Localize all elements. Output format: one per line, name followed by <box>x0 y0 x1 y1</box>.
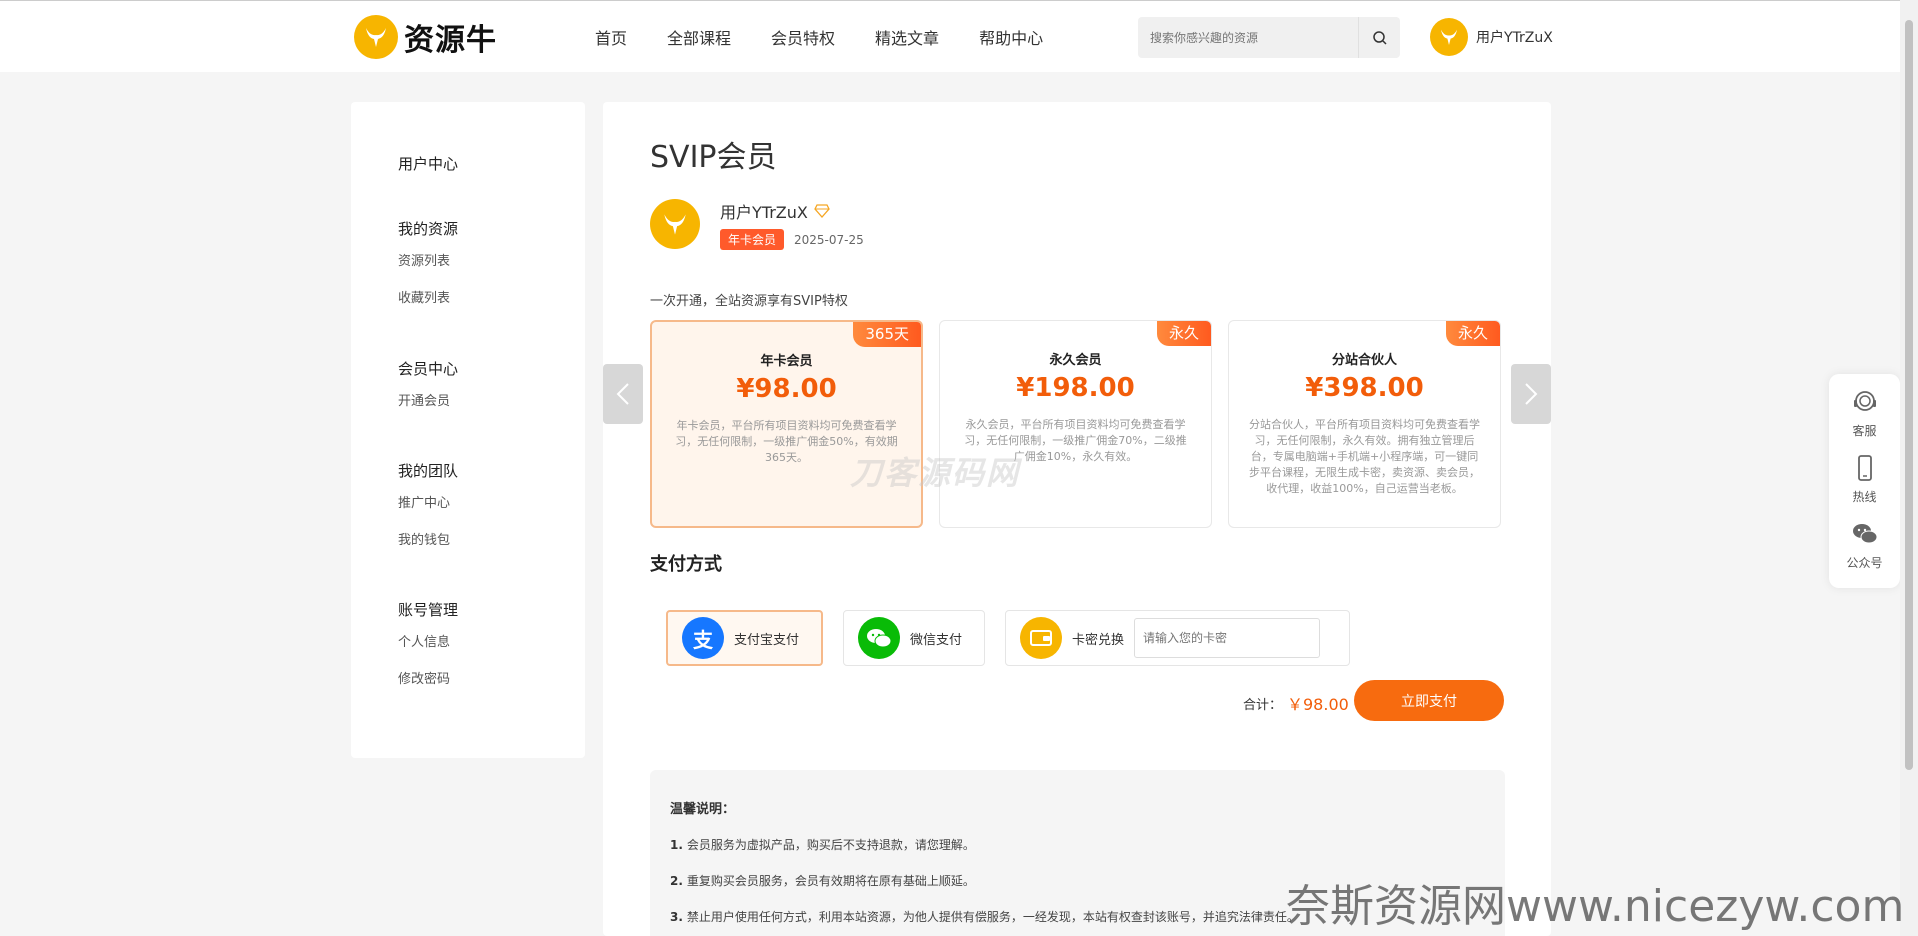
card-redeem-option[interactable]: 卡密兑换 <box>1005 610 1350 666</box>
notice-num: 2. <box>670 874 683 888</box>
alipay-option[interactable]: 支 支付宝支付 <box>666 610 823 666</box>
bull-logo-icon <box>354 15 398 59</box>
avatar <box>1430 18 1468 56</box>
watermark-text: 刀客源码网 <box>850 454 1021 492</box>
profile-username: 用户YTrZuX <box>720 203 808 222</box>
float-label: 客服 <box>1852 424 1877 438</box>
plan-price: ¥98.00 <box>736 374 837 404</box>
notice-text: 禁止用户使用任何方式，利用本站资源，为他人提供有偿服务，一经发现，本站有权查封该… <box>686 910 1299 924</box>
notice-text: 会员服务为虚拟产品，购买后不支持退款，请您理解。 <box>686 838 975 852</box>
sidebar-item-profile[interactable]: 个人信息 <box>398 631 450 650</box>
avatar <box>650 199 700 249</box>
alipay-icon: 支 <box>682 617 724 659</box>
hotline-button[interactable]: 热线 <box>1829 454 1900 505</box>
user-profile: 用户YTrZuX 年卡会员 2025-07-25 <box>650 199 864 250</box>
notice-item: 3. 禁止用户使用任何方式，利用本站资源，为他人提供有偿服务，一经发现，本站有权查… <box>670 908 1299 925</box>
user-sidebar: 用户中心 我的资源 资源列表 收藏列表 会员中心 开通会员 我的团队 推广中心 … <box>351 102 585 758</box>
plan-desc: 分站合伙人，平台所有项目资料均可免费查看学习，无任何限制，永久有效。拥有独立管理… <box>1249 418 1480 495</box>
scrollbar-thumb[interactable] <box>1905 20 1913 770</box>
notice-num: 3. <box>670 910 683 924</box>
sidebar-item-favorites[interactable]: 收藏列表 <box>398 287 450 306</box>
sidebar-group-resources: 我的资源 资源列表 收藏列表 <box>398 218 459 306</box>
plan-card-partner[interactable]: 永久 分站合伙人 ¥398.00 分站合伙人，平台所有项目资料均可免费查看学习，… <box>1228 320 1501 528</box>
sidebar-title-membership: 会员中心 <box>398 360 459 378</box>
payment-method-title: 支付方式 <box>650 554 722 575</box>
username: 用户YTrZuX <box>1476 30 1553 46</box>
sidebar-item-change-password[interactable]: 修改密码 <box>398 668 450 687</box>
page-scrollbar[interactable] <box>1900 0 1918 936</box>
card-redeem-label: 卡密兑换 <box>1072 632 1125 648</box>
top-header: 资源牛 首页 全部课程 会员特权 精选文章 帮助中心 用户YTrZuX <box>0 0 1900 72</box>
search-button[interactable] <box>1358 17 1400 58</box>
wallet-icon <box>1020 617 1062 659</box>
search-icon <box>1372 30 1387 45</box>
sidebar-group-team: 我的团队 推广中心 我的钱包 <box>398 460 459 548</box>
notice-text: 重复购买会员服务，会员有效期将在原有基础上顺延。 <box>686 874 975 888</box>
search-input[interactable] <box>1138 17 1358 58</box>
nav-all-courses[interactable]: 全部课程 <box>667 25 731 49</box>
sidebar-title-resources: 我的资源 <box>398 220 459 238</box>
nav-help-center[interactable]: 帮助中心 <box>979 25 1043 49</box>
nav-home[interactable]: 首页 <box>595 25 627 49</box>
main-nav: 首页 全部课程 会员特权 精选文章 帮助中心 <box>595 1 1083 73</box>
total-label: 合计： <box>1243 698 1283 713</box>
official-account-button[interactable]: 公众号 <box>1829 520 1900 571</box>
plan-name: 分站合伙人 <box>1331 353 1397 368</box>
float-label: 公众号 <box>1846 556 1883 570</box>
notice-item: 2. 重复购买会员服务，会员有效期将在原有基础上顺延。 <box>670 872 975 889</box>
chevron-right-icon <box>1525 383 1538 405</box>
headset-icon <box>1853 391 1876 411</box>
page-title: SVIP会员 <box>650 140 777 175</box>
site-logo[interactable]: 资源牛 <box>354 15 497 59</box>
plan-price: ¥198.00 <box>1016 373 1135 403</box>
notice-num: 1. <box>670 838 683 852</box>
nav-member-privileges[interactable]: 会员特权 <box>771 25 835 49</box>
total-amount: ￥98.00 <box>1287 695 1349 714</box>
user-menu[interactable]: 用户YTrZuX <box>1430 18 1553 56</box>
next-plan-button[interactable] <box>1511 364 1551 424</box>
notice-title: 温馨说明： <box>670 802 736 817</box>
card-code-input[interactable] <box>1134 618 1321 658</box>
floating-contact-bar: 客服 热线 公众号 <box>1829 374 1900 588</box>
wechat-icon <box>1852 524 1877 544</box>
sidebar-item-wallet[interactable]: 我的钱包 <box>398 529 450 548</box>
plan-price: ¥398.00 <box>1305 373 1424 403</box>
wechat-pay-label: 微信支付 <box>910 632 963 648</box>
membership-panel: SVIP会员 用户YTrZuX 年卡会员 2025-07-25 一次开通，全站资… <box>603 102 1551 936</box>
search-box <box>1138 17 1400 58</box>
sidebar-item-user-center[interactable]: 用户中心 <box>398 153 458 174</box>
alipay-label: 支付宝支付 <box>734 632 800 648</box>
sidebar-title-team: 我的团队 <box>398 462 459 480</box>
sidebar-group-user-center: 用户中心 <box>398 153 458 174</box>
chevron-left-icon <box>616 383 629 405</box>
prev-plan-button[interactable] <box>603 364 643 424</box>
site-watermark: 奈斯资源网www.nicezyw.com <box>1286 881 1905 932</box>
member-badge: 年卡会员 <box>720 229 785 250</box>
pay-now-button[interactable]: 立即支付 <box>1354 680 1504 721</box>
sidebar-group-membership: 会员中心 开通会员 <box>398 358 459 409</box>
phone-icon <box>1857 455 1872 481</box>
sidebar-item-open-membership[interactable]: 开通会员 <box>398 390 450 409</box>
wechat-icon <box>858 617 900 659</box>
notice-item: 1. 会员服务为虚拟产品，购买后不支持退款，请您理解。 <box>670 836 975 853</box>
plan-tag: 永久 <box>1445 321 1500 346</box>
diamond-icon <box>814 204 830 218</box>
sidebar-group-account: 账号管理 个人信息 修改密码 <box>398 599 459 687</box>
plan-tag: 永久 <box>1156 321 1211 346</box>
member-expire-date: 2025-07-25 <box>794 232 864 247</box>
plan-card-annual[interactable]: 365天 年卡会员 ¥98.00 年卡会员，平台所有项目资料均可免费查看学习，无… <box>650 320 923 528</box>
wechat-pay-option[interactable]: 微信支付 <box>843 610 985 666</box>
sidebar-title-account: 账号管理 <box>398 601 459 619</box>
plan-card-lifetime[interactable]: 永久 永久会员 ¥198.00 永久会员，平台所有项目资料均可免费查看学习，无任… <box>939 320 1212 528</box>
logo-text: 资源牛 <box>404 23 497 58</box>
plan-name: 年卡会员 <box>760 354 813 369</box>
sidebar-item-resource-list[interactable]: 资源列表 <box>398 250 450 269</box>
nav-articles[interactable]: 精选文章 <box>875 25 939 49</box>
sidebar-item-promotion[interactable]: 推广中心 <box>398 492 450 511</box>
plan-tag: 365天 <box>853 322 921 347</box>
plan-name: 永久会员 <box>1049 353 1102 368</box>
membership-intro: 一次开通，全站资源享有SVIP特权 <box>650 294 848 309</box>
customer-service-button[interactable]: 客服 <box>1829 388 1900 439</box>
float-label: 热线 <box>1852 490 1877 504</box>
